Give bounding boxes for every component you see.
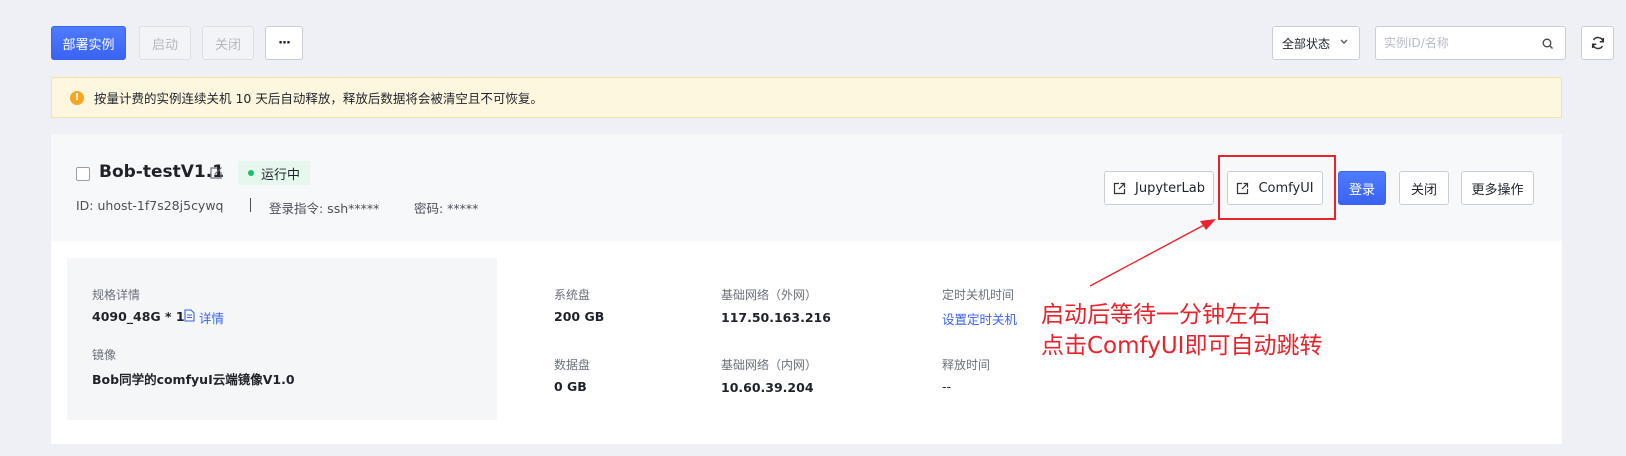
- shutdown-time-label: 定时关机时间: [942, 288, 1015, 302]
- chevron-down-icon: [1340, 39, 1348, 44]
- close-button[interactable]: 关闭: [202, 26, 254, 60]
- comfyui-highlight-box: [1218, 155, 1336, 220]
- internal-network-label: 基础网络（内网）: [721, 358, 818, 372]
- image-label: 镜像: [92, 348, 117, 362]
- notice-text: 按量计费的实例连续关机 10 天后自动释放，释放后数据将会被清空且不可恢复。: [94, 91, 543, 106]
- system-disk-value: 200 GB: [554, 309, 605, 324]
- status-filter-select[interactable]: 全部状态: [1272, 26, 1360, 60]
- more-actions-button[interactable]: 更多操作: [1461, 171, 1534, 205]
- release-time-label: 释放时间: [942, 358, 991, 372]
- spec-value: 4090_48G * 1: [92, 309, 185, 324]
- jupyterlab-button[interactable]: JupyterLab: [1104, 171, 1214, 205]
- release-notice-banner: ! 按量计费的实例连续关机 10 天后自动释放，释放后数据将会被清空且不可恢复。: [51, 77, 1562, 118]
- meta-divider: [250, 198, 251, 212]
- spec-panel: 规格详情 4090_48G * 1 详情 镜像 Bob同学的comfyuI云端镜…: [67, 258, 497, 420]
- system-disk-label: 系统盘: [554, 288, 591, 302]
- warning-icon: !: [70, 90, 84, 105]
- search-input[interactable]: [1384, 36, 1534, 50]
- release-time-value: --: [942, 379, 952, 394]
- status-badge: 运行中: [238, 161, 311, 185]
- spec-label: 规格详情: [92, 288, 141, 302]
- instance-id: ID: uhost-1f7s28j5cywq: [76, 198, 224, 213]
- instance-password: 密码: *****: [414, 201, 479, 216]
- toolbar: 部署实例 启动 关闭 ··· 全部状态: [51, 26, 1626, 60]
- external-network-label: 基础网络（外网）: [721, 288, 818, 302]
- running-dot-icon: [248, 170, 254, 176]
- set-shutdown-link[interactable]: 设置定时关机: [942, 309, 1017, 328]
- annotation-line-1: 启动后等待一分钟左右: [1041, 302, 1271, 328]
- spec-detail-link[interactable]: 详情: [199, 308, 224, 327]
- jupyterlab-label: JupyterLab: [1135, 180, 1205, 196]
- deploy-instance-button[interactable]: 部署实例: [51, 26, 126, 60]
- image-value: Bob同学的comfyuI云端镜像V1.0: [92, 372, 295, 387]
- internal-ip: 10.60.39.204: [721, 380, 814, 395]
- document-icon: [184, 309, 195, 322]
- more-button[interactable]: ···: [265, 26, 303, 60]
- login-command: 登录指令: ssh*****: [269, 201, 380, 216]
- search-icon[interactable]: [1541, 37, 1555, 51]
- login-button[interactable]: 登录: [1338, 171, 1386, 205]
- data-disk-value: 0 GB: [554, 379, 587, 394]
- data-disk-label: 数据盘: [554, 358, 591, 372]
- start-button[interactable]: 启动: [139, 26, 191, 60]
- search-box: [1375, 26, 1566, 60]
- edit-icon[interactable]: [209, 166, 223, 180]
- annotation-line-2: 点击ComfyUI即可自动跳转: [1041, 333, 1323, 359]
- external-ip: 117.50.163.216: [721, 310, 831, 325]
- external-link-icon: [1113, 182, 1126, 194]
- refresh-icon: [1591, 36, 1604, 50]
- instance-close-button[interactable]: 关闭: [1399, 171, 1449, 205]
- status-filter-value: 全部状态: [1282, 36, 1331, 51]
- instance-checkbox[interactable]: [76, 167, 90, 181]
- status-text: 运行中: [261, 167, 301, 183]
- annotation-text: 启动后等待一分钟左右 点击ComfyUI即可自动跳转: [1041, 300, 1322, 362]
- instance-name: Bob-testV1.1: [99, 162, 225, 182]
- refresh-button[interactable]: [1581, 26, 1614, 60]
